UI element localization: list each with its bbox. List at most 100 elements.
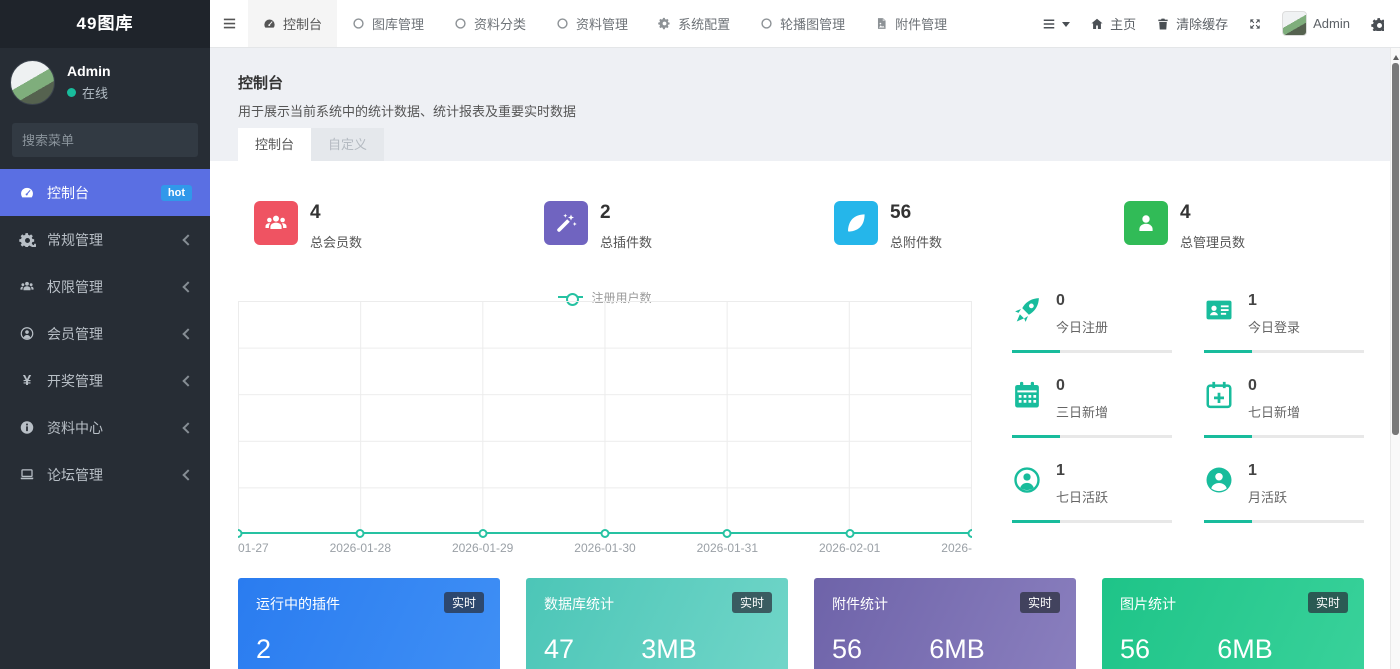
topnav-tab-category[interactable]: 资料分类 [439, 0, 541, 47]
stat-total-admins: 4总管理员数 [1108, 201, 1398, 251]
sidebar-item-label: 控制台 [47, 183, 150, 203]
quick-stat-today-registered: 0 今日注册 [1012, 292, 1204, 377]
user-circle-filled-icon [1204, 465, 1234, 495]
settings-button[interactable] [1370, 17, 1384, 31]
topnav-tab-carousel[interactable]: 轮播图管理 [745, 0, 860, 47]
user-status: 在线 [67, 83, 111, 102]
sidebar-item-data-center[interactable]: 资料中心 [0, 404, 210, 451]
user-name: Admin [67, 63, 111, 79]
circle-icon [454, 17, 467, 30]
scroll-up-arrow-icon[interactable] [1393, 52, 1399, 60]
x-tick-label: 2026-02-01 [819, 541, 880, 555]
user-circle-icon [18, 326, 36, 341]
laptop-icon [18, 467, 36, 482]
progress-bar [1012, 435, 1172, 438]
tachometer-icon [18, 185, 36, 200]
realtime-badge: 实时 [444, 592, 484, 613]
search-input[interactable] [22, 133, 198, 148]
rocket-icon [1012, 295, 1042, 325]
sidebar-item-auth[interactable]: 权限管理 [0, 263, 210, 310]
progress-bar [1012, 520, 1172, 523]
home-button[interactable]: 主页 [1090, 14, 1136, 33]
page-subtitle: 用于展示当前系统中的统计数据、统计报表及重要实时数据 [238, 101, 1400, 120]
sidebar-item-dashboard[interactable]: 控制台 hot [0, 169, 210, 216]
sidebar-item-label: 资料中心 [47, 418, 173, 438]
content-tabs: 控制台 自定义 [238, 128, 384, 161]
data-point [968, 529, 973, 538]
x-axis-labels: 2026-01-27 2026-01-28 2026-01-29 2026-01… [238, 541, 972, 557]
quick-stat-value: 0 [1056, 292, 1204, 310]
stat-value: 56 [890, 202, 942, 224]
content-area: 控制台 用于展示当前系统中的统计数据、统计报表及重要实时数据 控制台 自定义 4… [210, 48, 1400, 669]
tab-list-dropdown-button[interactable] [1042, 17, 1070, 31]
progress-bar [1204, 435, 1364, 438]
users-icon [254, 201, 298, 245]
sidebar-menu: 控制台 hot 常规管理 权限管理 会员管理 ¥ 开奖管理 资料中心 [0, 169, 210, 498]
user-status-label: 在线 [82, 83, 108, 102]
topnav-tab-gallery[interactable]: 图库管理 [337, 0, 439, 47]
stat-label: 总插件数 [600, 232, 652, 251]
topnav-tab-label: 控制台 [283, 14, 322, 33]
topnav-tab-label: 资料分类 [474, 14, 526, 33]
tab-dashboard[interactable]: 控制台 [238, 128, 311, 161]
profile-menu[interactable]: Admin [1282, 11, 1350, 36]
quick-stat-value: 0 [1248, 377, 1374, 395]
topnav-tab-attachment[interactable]: 附件管理 [860, 0, 962, 47]
scrollbar-thumb[interactable] [1392, 63, 1399, 435]
quick-stat-label: 七日活跃 [1056, 487, 1204, 506]
stat-total-members: 4总会员数 [238, 201, 528, 251]
quick-stat-value: 1 [1056, 462, 1204, 480]
circle-icon [760, 17, 773, 30]
x-tick-label: 2026-01-31 [697, 541, 758, 555]
data-point [478, 529, 487, 538]
user-panel: Admin 在线 [0, 48, 210, 115]
chart-gridlines [238, 301, 972, 534]
card-size: 6MB [1217, 634, 1273, 665]
card-running-plugins: 运行中的插件 实时 2 [238, 578, 500, 669]
quick-stat-value: 1 [1248, 462, 1374, 480]
quick-stat-label: 今日登录 [1248, 317, 1374, 336]
stat-value: 4 [310, 202, 362, 224]
quick-stat-7day-new: 0 七日新增 [1204, 377, 1374, 462]
quick-stat-7day-active: 1 七日活跃 [1012, 462, 1204, 547]
stat-label: 总附件数 [890, 232, 942, 251]
data-point [601, 529, 610, 538]
home-label: 主页 [1110, 14, 1136, 33]
gear-icon [658, 17, 671, 30]
clear-cache-label: 清除缓存 [1176, 14, 1228, 33]
topnav-tab-dashboard[interactable]: 控制台 [248, 0, 337, 47]
caret-down-icon [1062, 22, 1070, 31]
sidebar-item-label: 会员管理 [47, 324, 173, 344]
username-label: Admin [1313, 16, 1350, 31]
tab-custom[interactable]: 自定义 [311, 128, 384, 161]
brand-logo: 49图库 [0, 0, 210, 48]
sidebar-item-general[interactable]: 常规管理 [0, 216, 210, 263]
sidebar-item-forum[interactable]: 论坛管理 [0, 451, 210, 498]
progress-bar [1204, 350, 1364, 353]
topnav-tab-label: 资料管理 [576, 14, 628, 33]
tachometer-icon [263, 17, 276, 30]
sidebar-item-lottery[interactable]: ¥ 开奖管理 [0, 357, 210, 404]
topnav-tab-label: 轮播图管理 [780, 14, 845, 33]
summary-cards-row: 运行中的插件 实时 2 数据库统计 实时 47 3MB 附件统计 实时 56 6… [238, 578, 1364, 669]
vertical-scrollbar[interactable] [1390, 48, 1400, 669]
card-value: 2 [256, 634, 271, 665]
fullscreen-button[interactable] [1248, 17, 1262, 31]
data-point [238, 529, 243, 538]
sidebar-toggle-button[interactable] [210, 0, 248, 47]
quick-stat-label: 三日新增 [1056, 402, 1204, 421]
user-avatar[interactable] [10, 60, 55, 105]
page-title: 控制台 [238, 72, 1400, 93]
quick-stat-value: 1 [1248, 292, 1374, 310]
user-icon [1124, 201, 1168, 245]
clear-cache-button[interactable]: 清除缓存 [1156, 14, 1228, 33]
avatar [1282, 11, 1307, 36]
topnav-tab-config[interactable]: 系统配置 [643, 0, 745, 47]
realtime-badge: 实时 [1308, 592, 1348, 613]
sidebar-item-label: 开奖管理 [47, 371, 173, 391]
leaf-icon [834, 201, 878, 245]
sidebar-item-members[interactable]: 会员管理 [0, 310, 210, 357]
card-value: 47 [544, 634, 574, 665]
data-point [845, 529, 854, 538]
topnav-tab-material[interactable]: 资料管理 [541, 0, 643, 47]
